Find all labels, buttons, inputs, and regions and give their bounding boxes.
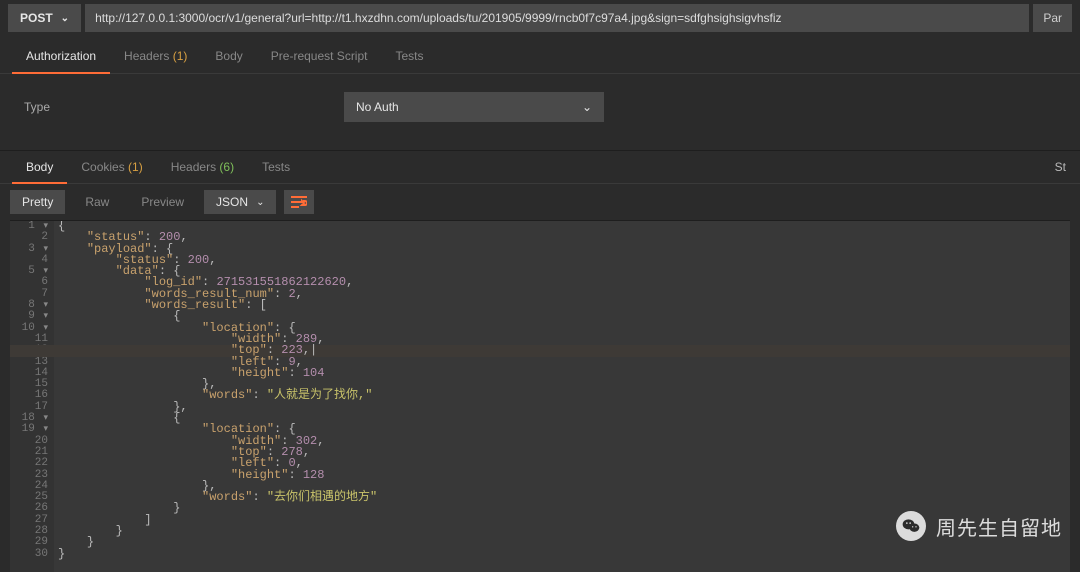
line-gutter: 1 ▾23 ▾45 ▾678 ▾9 ▾10 ▾1112131415161718 …: [10, 221, 54, 572]
body-toolbar: Pretty Raw Preview JSON ⌄: [0, 184, 1080, 220]
code-line: }: [58, 549, 1070, 560]
wrap-lines-button[interactable]: [284, 190, 314, 214]
status-label: St: [1055, 151, 1080, 183]
pretty-button[interactable]: Pretty: [10, 190, 65, 214]
code-line: "words": "人就是为了找你,": [58, 390, 1070, 401]
code-line: "words_result": [: [58, 300, 1070, 311]
chevron-down-icon: ⌄: [61, 13, 69, 24]
cookies-count-badge: (1): [128, 160, 143, 174]
auth-type-select[interactable]: No Auth ⌄: [344, 92, 604, 122]
resp-headers-count-badge: (6): [219, 160, 234, 174]
response-tabs: Body Cookies (1) Headers (6) Tests St: [0, 150, 1080, 184]
tab-authorization[interactable]: Authorization: [12, 40, 110, 73]
format-select[interactable]: JSON ⌄: [204, 190, 276, 214]
resp-tab-body[interactable]: Body: [12, 151, 67, 183]
chevron-down-icon: ⌄: [256, 197, 264, 208]
tab-prerequest[interactable]: Pre-request Script: [257, 40, 382, 73]
params-button[interactable]: Par: [1033, 4, 1072, 32]
preview-button[interactable]: Preview: [129, 190, 196, 214]
code-line: "status": 200,: [58, 255, 1070, 266]
raw-button[interactable]: Raw: [73, 190, 121, 214]
wechat-icon: [896, 511, 926, 541]
tab-tests[interactable]: Tests: [381, 40, 437, 73]
code-line: },: [58, 402, 1070, 413]
tab-body[interactable]: Body: [201, 40, 256, 73]
request-tabs: Authorization Headers (1) Body Pre-reque…: [0, 40, 1080, 74]
wrap-icon: [291, 195, 307, 209]
method-select[interactable]: POST ⌄: [8, 4, 81, 32]
resp-tab-tests[interactable]: Tests: [248, 151, 304, 183]
resp-tab-cookies[interactable]: Cookies (1): [67, 151, 156, 183]
authorization-panel: Type No Auth ⌄: [0, 74, 1080, 150]
headers-count-badge: (1): [173, 49, 188, 63]
auth-type-label: Type: [24, 100, 344, 114]
code-line: "words": "去你们相遇的地方": [58, 492, 1070, 503]
code-line: "status": 200,: [58, 232, 1070, 243]
url-input[interactable]: [85, 4, 1029, 32]
method-label: POST: [20, 11, 53, 25]
chevron-down-icon: ⌄: [582, 100, 592, 114]
resp-tab-headers[interactable]: Headers (6): [157, 151, 248, 183]
tab-headers[interactable]: Headers (1): [110, 40, 201, 73]
code-area: { "status": 200, "payload": { "status": …: [58, 221, 1070, 560]
watermark-text: 周先生自留地: [936, 512, 1062, 541]
watermark: 周先生自留地: [896, 511, 1062, 541]
code-line: {: [58, 221, 1070, 232]
